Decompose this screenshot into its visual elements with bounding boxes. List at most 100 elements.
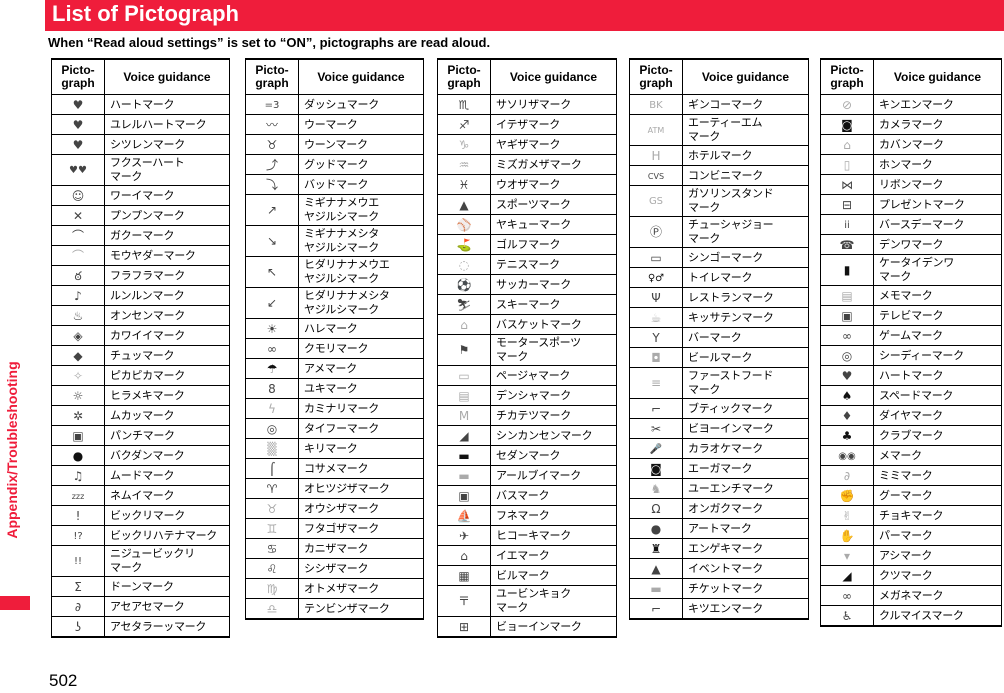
table-row: ⌂ バスケットマーク [437,314,617,335]
pictograph-cell: ఠ [51,265,105,286]
eyes-icon: ◉◉ [838,450,856,462]
memo-icon: ▤ [841,288,853,303]
pictograph-cell: ♈ [245,478,299,499]
voice-guidance-cell: ホンマーク [873,154,1002,175]
parking-icon: Ⓟ [649,225,662,239]
table-row: ◌ テニスマーク [437,254,617,275]
table-row: ▲ スポーツマーク [437,194,617,215]
pictograph-cell: ⌂ [437,545,491,566]
voice-guidance-cell: テンビンザマーク [298,598,424,620]
pictograph-cell: !! [51,545,105,577]
pictograph-cell: ✧ [51,365,105,386]
pictograph-cell: ⤵ [245,174,299,195]
pictograph-cell: ◎ [245,418,299,439]
table-row: !? ビックリハテナマーク [51,525,230,546]
voice-guidance-cell: キツエンマーク [682,598,809,620]
pictograph-cell: ✋ [820,525,874,546]
table-row: ∂ ミミマーク [820,465,1002,486]
pictograph-cell: ♊ [245,518,299,539]
section-tab-marker [0,596,30,610]
table-header-row: Picto- graph Voice guidance [245,58,424,95]
voice-guidance-cell: ヒコーキマーク [490,525,617,546]
arrow-up-left-icon: ↖ [266,265,278,279]
game-icon: ∞ [842,328,852,343]
pictograph-cell: ⌒ [51,245,105,266]
voice-guidance-cell: シツレンマーク [104,134,230,155]
table-row: H ホテルマーク [629,145,809,166]
voice-guidance-cell: ミギナナメウエ ヤジルシマーク [298,194,424,226]
column-header-voice-guidance: Voice guidance [873,58,1002,95]
gas-station-icon: GS [648,196,664,207]
voice-guidance-cell: ネムイマーク [104,485,230,506]
voice-guidance-cell: オンガクマーク [682,498,809,519]
happy-face-icon: ☺ [71,188,85,203]
voice-guidance-cell: テレビマーク [873,305,1002,326]
table-row: ▬ アールブイマーク [437,465,617,486]
table-row: ☎ デンワマーク [820,234,1002,255]
table-row: ⤵ バッドマーク [245,174,424,195]
voice-guidance-cell: イテザマーク [490,114,617,135]
cd-icon: ◎ [841,348,853,363]
pictograph-cell: ♑ [437,134,491,155]
pictograph-cell: ◎ [820,345,874,366]
pictograph-cell: ▾ [820,545,874,566]
cloud-icon: ∞ [267,341,277,356]
voice-guidance-cell: ムカッマーク [104,405,230,426]
house-icon: ⌂ [460,548,468,563]
voice-guidance-cell: メマーク [873,445,1002,466]
airplane-icon: ✈ [458,528,470,543]
arrow-down-left-icon: ↙ [266,296,278,310]
voice-guidance-cell: ゲームマーク [873,325,1002,346]
voice-guidance-cell: デンワマーク [873,234,1002,255]
table-row: ⤴ グッドマーク [245,154,424,175]
building-icon: ▦ [458,568,470,583]
pictograph-cell: ↗ [245,194,299,226]
column-header-pictograph: Picto- graph [820,58,874,95]
table-row: ▣ パンチマーク [51,425,230,446]
voice-guidance-cell: ビックリマーク [104,505,230,526]
voice-guidance-cell: ヒダリナナメウエ ヤジルシマーク [298,256,424,288]
hotel-icon: H [651,148,661,163]
pictograph-cell: ♏ [437,94,491,115]
pictograph-cell: Σ [51,576,105,597]
voice-guidance-cell: ケータイデンワ マーク [873,254,1002,286]
libra-icon: ♎ [266,601,278,616]
pictograph-cell: ♀♂ [629,267,683,288]
voice-guidance-cell: セダンマーク [490,445,617,466]
golf-icon: ⛳ [456,237,472,252]
voice-guidance-cell: ダイヤマーク [873,405,1002,426]
pictograph-cell: ✲ [51,405,105,426]
pictograph-cell: ◙ [820,114,874,135]
table-row: ◈ カワイイマーク [51,325,230,346]
table-row: ♀♂ トイレマーク [629,267,809,288]
atm-icon: ATM [647,126,665,135]
pictograph-cell: ▣ [437,485,491,506]
table-row: ATM エーティーエム マーク [629,114,809,146]
voice-guidance-cell: バースデーマーク [873,214,1002,235]
table-row: ☀ ハレマーク [245,318,424,339]
camera-icon: ◙ [841,117,853,132]
pictograph-cell: ⊞ [437,616,491,638]
pictograph-cell: ▯ [820,154,874,175]
table-row: ◎ タイフーマーク [245,418,424,439]
pictograph-cell: ⚽ [437,274,491,295]
table-row: ⛷ スキーマーク [437,294,617,315]
voice-guidance-cell: イベントマーク [682,558,809,579]
voice-guidance-cell: ビックリハテナマーク [104,525,230,546]
diamond-icon: ♦ [841,408,853,423]
voice-guidance-cell: フタゴザマーク [298,518,424,539]
table-row: !! ニジュービックリ マーク [51,545,230,577]
table-row: =3 ダッシュマーク [245,94,424,115]
pictograph-cell: 🎤 [629,438,683,459]
voice-guidance-cell: エンゲキマーク [682,538,809,559]
voice-guidance-cell: ウオザマーク [490,174,617,195]
table-row: ⊟ プレゼントマーク [820,194,1002,215]
shoe-icon: ◢ [842,568,852,583]
scissors-hand-icon: ✌ [841,508,853,523]
voice-guidance-cell: ハートマーク [873,365,1002,386]
voice-guidance-cell: キッサテンマーク [682,307,809,328]
pictograph-cell: ∞ [820,325,874,346]
voice-guidance-cell: モウヤダーマーク [104,245,230,266]
music-icon: Ω [651,501,661,516]
pictograph-cell: ♣ [820,425,874,446]
